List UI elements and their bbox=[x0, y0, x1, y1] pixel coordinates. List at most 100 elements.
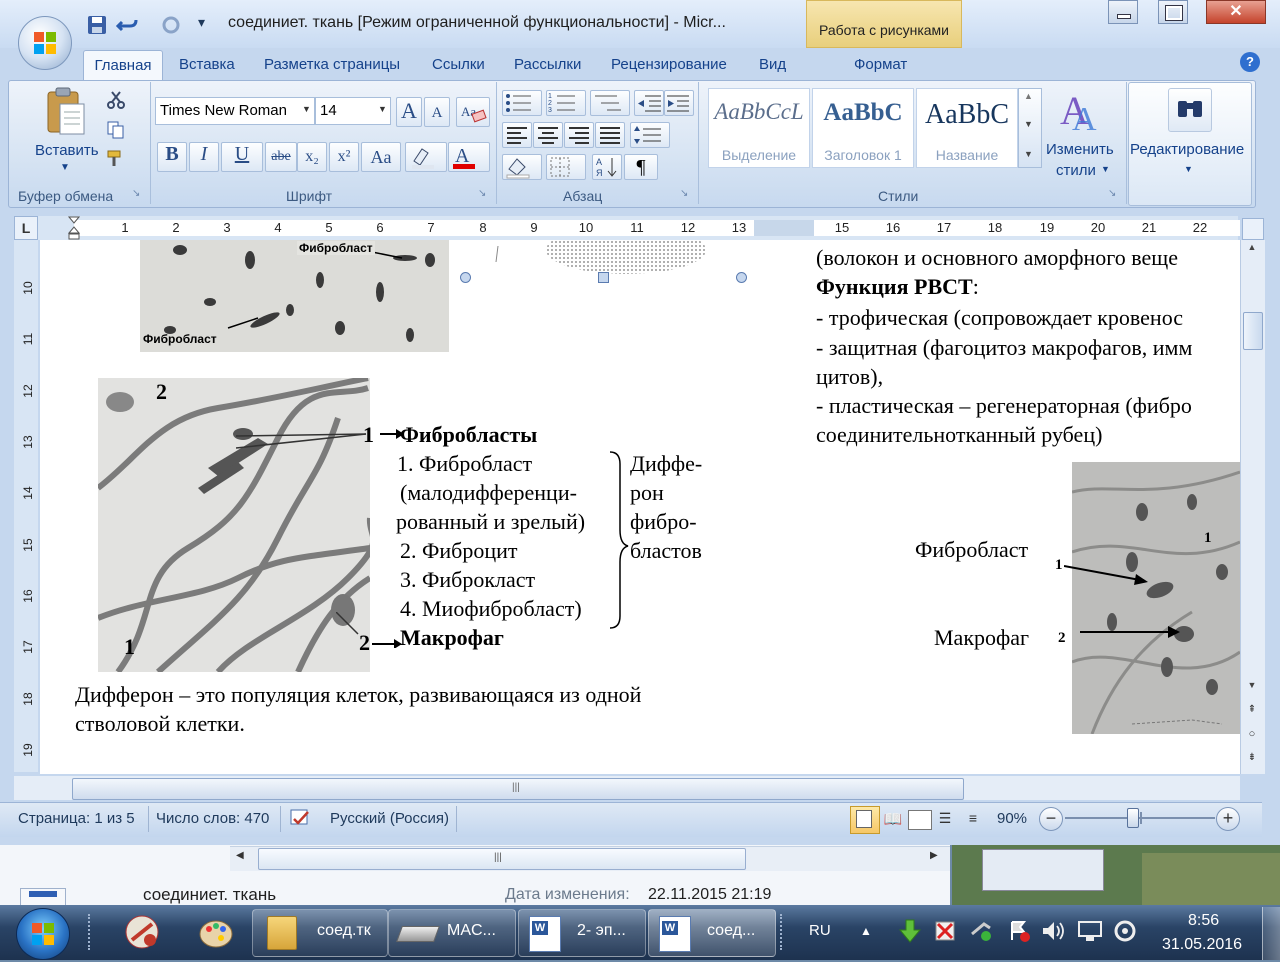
clock-time[interactable]: 8:56 bbox=[1188, 912, 1219, 930]
bold-button[interactable]: B bbox=[157, 142, 187, 172]
font-launcher-icon[interactable]: ↘ bbox=[478, 188, 486, 199]
minimize-button[interactable] bbox=[1108, 0, 1138, 24]
format-painter-icon[interactable] bbox=[106, 148, 126, 168]
word-count[interactable]: Число слов: 470 bbox=[156, 810, 269, 827]
tissue-micrograph[interactable] bbox=[1071, 462, 1241, 735]
styles-scroll[interactable]: ▲ ▼ ▼ bbox=[1018, 88, 1042, 168]
scroll-thumb[interactable] bbox=[1243, 312, 1263, 350]
undo-icon[interactable] bbox=[115, 14, 138, 36]
save-icon[interactable] bbox=[86, 14, 108, 36]
resize-handle-icon[interactable] bbox=[598, 272, 609, 283]
line-spacing-icon[interactable] bbox=[630, 122, 670, 148]
show-formatting-marks-icon[interactable]: ¶ bbox=[624, 154, 658, 180]
clear-formatting-icon[interactable]: Aa bbox=[456, 97, 490, 127]
change-styles-label-1[interactable]: Изменить bbox=[1046, 141, 1114, 158]
draft-view-icon[interactable]: ≡ bbox=[962, 810, 984, 828]
copy-icon[interactable] bbox=[106, 120, 126, 140]
taskbar-grip[interactable] bbox=[88, 914, 96, 950]
resize-handle-icon[interactable] bbox=[736, 272, 747, 283]
explorer-scroll-thumb[interactable] bbox=[258, 848, 746, 870]
taskbar-word-button-1[interactable]: W 2- эп... bbox=[518, 909, 646, 957]
zoom-in-button[interactable]: + bbox=[1216, 807, 1240, 831]
spelling-check-icon[interactable] bbox=[288, 808, 314, 830]
decrease-indent-icon[interactable] bbox=[634, 90, 664, 116]
volume-icon[interactable] bbox=[1040, 918, 1066, 944]
web-layout-icon[interactable] bbox=[908, 810, 932, 830]
align-center-icon[interactable] bbox=[533, 122, 563, 148]
change-case-button[interactable]: Aa bbox=[361, 142, 401, 172]
highlight-color-icon[interactable] bbox=[405, 142, 447, 172]
numbering-icon[interactable]: 123 bbox=[546, 90, 586, 116]
paragraph-launcher-icon[interactable]: ↘ bbox=[680, 188, 688, 199]
increase-indent-icon[interactable] bbox=[664, 90, 694, 116]
scroll-up-icon[interactable]: ▲ bbox=[1243, 242, 1261, 258]
help-icon[interactable]: ? bbox=[1240, 52, 1260, 72]
sync-tray-icon[interactable] bbox=[1112, 918, 1138, 944]
tray-app-icon[interactable] bbox=[932, 918, 958, 944]
zoom-level[interactable]: 90% bbox=[997, 810, 1027, 827]
tab-home[interactable]: Главная bbox=[83, 50, 163, 81]
select-browse-object-icon[interactable]: ○ bbox=[1243, 728, 1261, 742]
tab-selector[interactable]: L bbox=[14, 216, 38, 240]
resize-handle-icon[interactable] bbox=[460, 272, 471, 283]
paste-icon[interactable] bbox=[42, 86, 90, 136]
network-tray-icon[interactable] bbox=[968, 918, 994, 944]
styles-launcher-icon[interactable]: ↘ bbox=[1108, 188, 1116, 199]
pinned-app-icon[interactable] bbox=[120, 910, 164, 954]
tab-insert[interactable]: Вставка bbox=[179, 56, 235, 73]
shading-icon[interactable] bbox=[502, 154, 542, 180]
display-tray-icon[interactable] bbox=[1076, 918, 1104, 944]
italic-button[interactable]: I bbox=[189, 142, 219, 172]
taskbar-explorer-button[interactable]: соед.тк bbox=[252, 909, 388, 957]
style-heading1[interactable]: AaBbC Заголовок 1 bbox=[812, 88, 914, 168]
tab-page-layout[interactable]: Разметка страницы bbox=[264, 56, 400, 73]
subscript-button[interactable]: x₂ bbox=[297, 142, 327, 172]
font-color-icon[interactable]: A bbox=[448, 142, 490, 172]
paste-label[interactable]: Вставить bbox=[35, 142, 99, 159]
taskbar-drive-button[interactable]: MAC... bbox=[388, 909, 516, 957]
bullets-icon[interactable] bbox=[502, 90, 542, 116]
strikethrough-button[interactable]: abe bbox=[265, 142, 297, 172]
font-family-select[interactable]: Times New Roman bbox=[155, 97, 315, 125]
tab-format[interactable]: Формат bbox=[854, 56, 907, 73]
font-size-dropdown-icon[interactable]: ▼ bbox=[378, 104, 387, 114]
underline-button[interactable]: U bbox=[221, 142, 263, 172]
office-button[interactable] bbox=[18, 16, 72, 70]
change-styles-dropdown-icon[interactable]: ▼ bbox=[1101, 164, 1110, 174]
align-left-icon[interactable] bbox=[502, 122, 532, 148]
language-indicator[interactable]: Русский (Россия) bbox=[330, 810, 449, 827]
change-styles-icon[interactable]: AA bbox=[1058, 88, 1104, 138]
tab-review[interactable]: Рецензирование bbox=[611, 56, 727, 73]
outline-view-icon[interactable]: ☰ bbox=[934, 810, 956, 828]
taskbar-grip[interactable] bbox=[780, 914, 788, 950]
close-button[interactable]: ✕ bbox=[1206, 0, 1266, 24]
full-screen-reading-icon[interactable]: 📖 bbox=[882, 810, 904, 828]
page-indicator[interactable]: Страница: 1 из 5 bbox=[18, 810, 135, 827]
prev-page-icon[interactable]: ⇞ bbox=[1243, 704, 1261, 718]
scroll-down-icon[interactable]: ▼ bbox=[1243, 680, 1261, 696]
paste-dropdown-icon[interactable]: ▼ bbox=[60, 162, 70, 173]
scroll-left-icon[interactable]: ◀ bbox=[236, 850, 244, 861]
grow-font-icon[interactable]: A bbox=[396, 97, 422, 127]
paint-icon[interactable] bbox=[194, 910, 238, 954]
clock-date[interactable]: 31.05.2016 bbox=[1162, 936, 1242, 954]
tab-view[interactable]: Вид bbox=[759, 56, 786, 73]
borders-icon[interactable] bbox=[546, 154, 586, 180]
maximize-button[interactable] bbox=[1158, 0, 1188, 24]
multilevel-list-icon[interactable] bbox=[590, 90, 630, 116]
connective-tissue-diagram[interactable] bbox=[96, 375, 377, 675]
style-emphasis[interactable]: AaBbCcL Выделение bbox=[708, 88, 810, 168]
cut-icon[interactable] bbox=[106, 90, 126, 110]
justify-icon[interactable] bbox=[595, 122, 625, 148]
clipboard-launcher-icon[interactable]: ↘ bbox=[132, 188, 140, 199]
tab-mailings[interactable]: Рассылки bbox=[514, 56, 581, 73]
sort-icon[interactable]: AЯ bbox=[592, 154, 622, 180]
download-arrow-icon[interactable] bbox=[898, 918, 922, 944]
scroll-right-icon[interactable]: ▶ bbox=[930, 850, 938, 861]
show-desktop-button[interactable] bbox=[1262, 907, 1280, 960]
font-family-dropdown-icon[interactable]: ▼ bbox=[302, 104, 311, 114]
next-page-icon[interactable]: ⇟ bbox=[1243, 752, 1261, 766]
view-ruler-icon[interactable] bbox=[1242, 218, 1264, 240]
customize-qat-icon[interactable]: ▾ bbox=[198, 14, 220, 36]
align-right-icon[interactable] bbox=[564, 122, 594, 148]
